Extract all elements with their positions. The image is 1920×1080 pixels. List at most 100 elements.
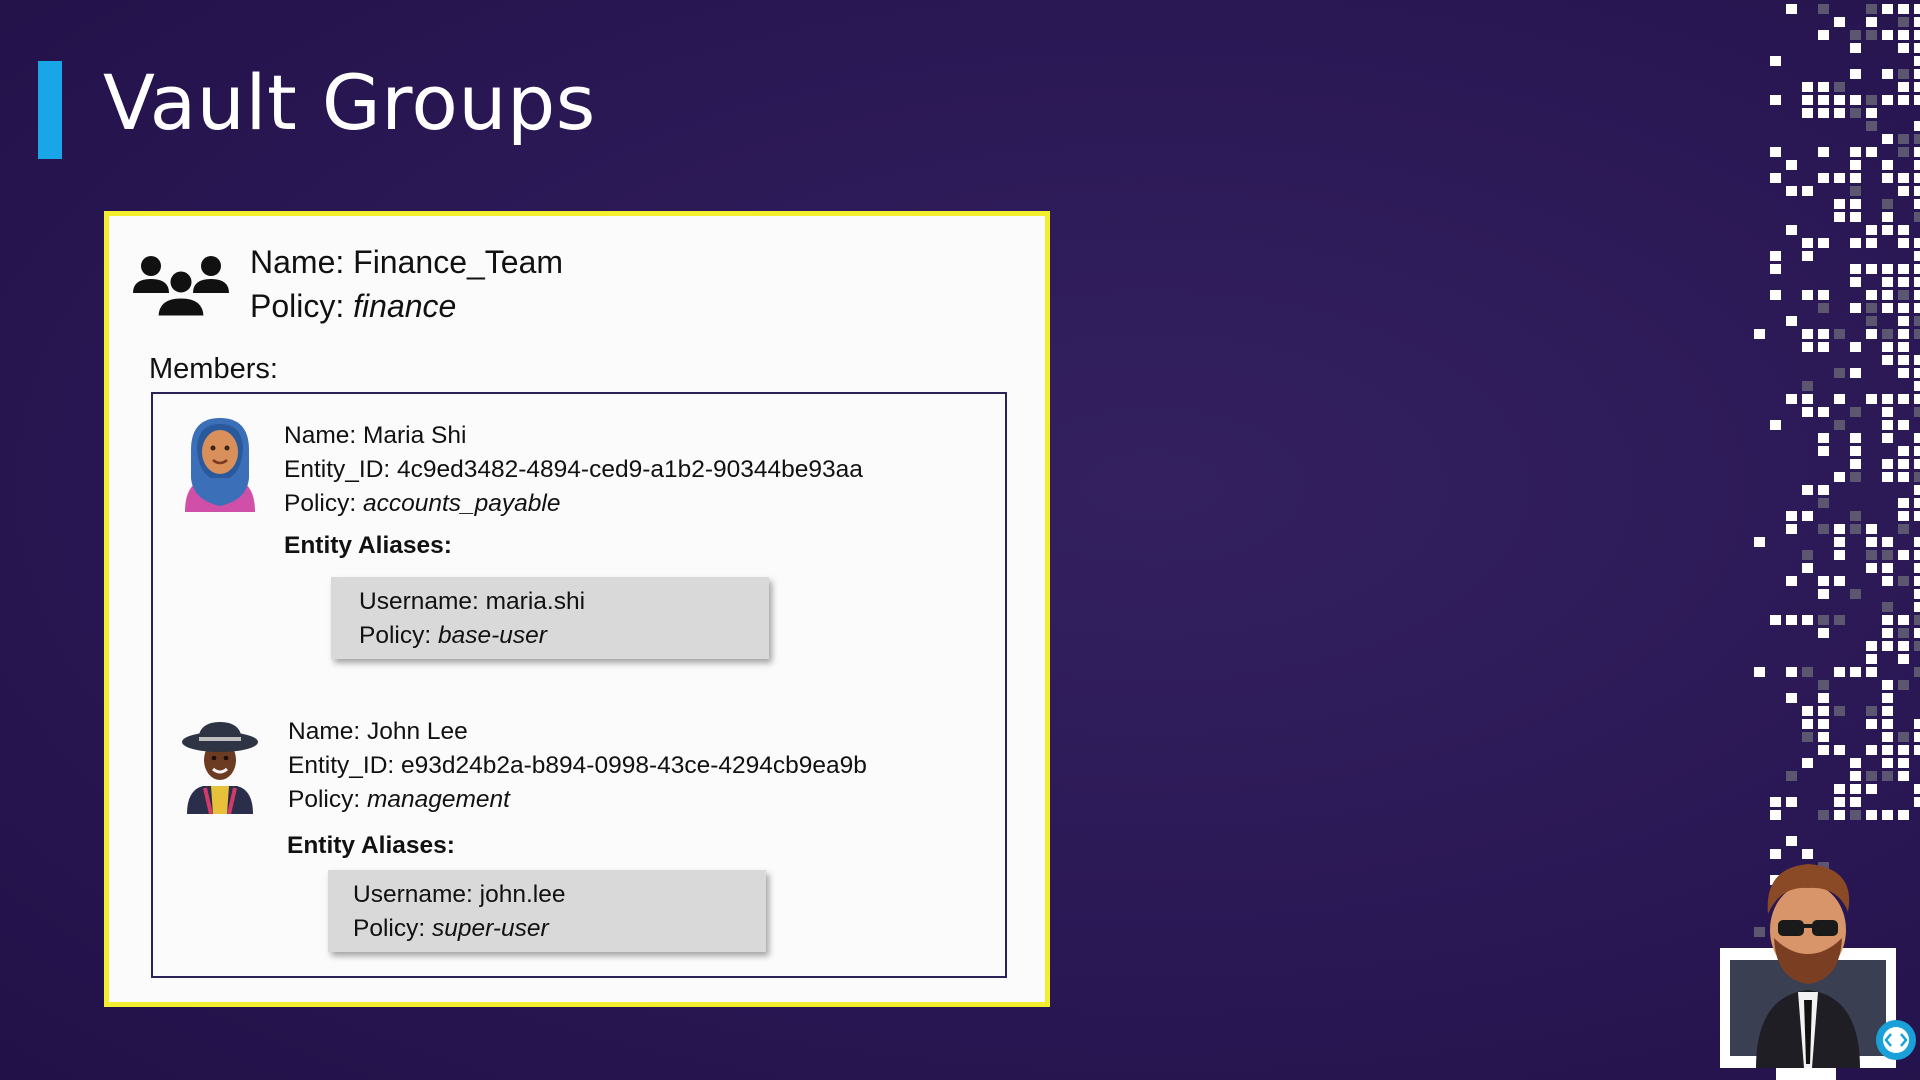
pixel-square [1786,771,1797,781]
pixel-square [1882,693,1893,703]
pixel-square [1898,4,1909,14]
pixel-square [1754,667,1765,677]
pixel-square [1802,329,1813,339]
pixel-square [1850,43,1861,53]
pixel-square [1882,576,1893,586]
member-name: Name: John Lee [288,718,468,745]
pixel-square [1834,82,1845,92]
pixel-square [1882,342,1893,352]
alias-policy: Policy: super-user [353,915,549,942]
presenter-avatar [1720,864,1916,1080]
pixel-square [1882,732,1893,742]
pixel-square [1882,303,1893,313]
pixel-square [1914,4,1920,14]
pixel-square [1882,433,1893,443]
pixel-square [1914,550,1920,560]
pixel-square [1866,771,1877,781]
pixel-square [1834,784,1845,794]
pixel-square [1866,524,1877,534]
pixel-square [1866,316,1877,326]
pixel-square [1834,810,1845,820]
pixel-square [1914,355,1920,365]
pixel-square [1818,329,1829,339]
pixel-square [1850,303,1861,313]
pixel-square [1850,238,1861,248]
pixel-square [1802,407,1813,417]
pixel-square [1866,641,1877,651]
pixel-square [1914,95,1920,105]
pixel-square [1914,563,1920,573]
pixel-square [1818,30,1829,40]
pixel-square [1882,628,1893,638]
entity-alias-card: Username: maria.shi Policy: base-user [331,577,769,659]
pixel-square [1818,576,1829,586]
pixel-square [1818,238,1829,248]
pixel-square [1866,550,1877,560]
pixel-square [1898,82,1909,92]
member-policy: Policy: accounts_payable [284,490,561,517]
pixel-square [1850,342,1861,352]
pixel-square [1802,82,1813,92]
entity-aliases-label: Entity Aliases: [287,832,455,859]
pixel-square [1914,485,1920,495]
avatar-woman-hijab [185,418,255,512]
pixel-square [1818,82,1829,92]
pixel-square [1850,108,1861,118]
pixel-square [1770,810,1781,820]
pixel-square [1770,147,1781,157]
pixel-square [1866,264,1877,274]
pixel-square [1898,147,1909,157]
pixel-square [1786,511,1797,521]
pixel-square [1898,498,1909,508]
pixel-square [1834,368,1845,378]
pixel-square [1802,615,1813,625]
pixel-square [1786,667,1797,677]
pixel-square [1898,277,1909,287]
pixel-square [1914,43,1920,53]
pixel-square [1866,706,1877,716]
pixel-square [1914,446,1920,456]
pixel-square [1850,472,1861,482]
pixel-square [1786,576,1797,586]
pixel-square [1882,758,1893,768]
pixel-square [1914,134,1920,144]
pixel-square [1914,264,1920,274]
pixel-square [1786,394,1797,404]
pixel-square [1802,394,1813,404]
pixel-square [1834,524,1845,534]
pixel-square [1786,693,1797,703]
pixel-square [1898,654,1909,664]
pixel-square [1882,615,1893,625]
pixel-square [1850,368,1861,378]
pixel-square [1786,615,1797,625]
pixel-square [1802,381,1813,391]
pixel-square [1850,277,1861,287]
pixel-square [1914,407,1920,417]
pixel-square [1914,511,1920,521]
pixel-square [1786,186,1797,196]
pixel-square [1866,303,1877,313]
pixel-square [1866,225,1877,235]
pixel-square [1834,576,1845,586]
pixel-square [1802,485,1813,495]
pixel-square [1882,264,1893,274]
pixel-square [1802,251,1813,261]
pixel-square [1786,797,1797,807]
pixel-square [1818,342,1829,352]
pixel-square [1882,810,1893,820]
alias-username: Username: maria.shi [359,588,586,615]
pixel-square [1882,706,1893,716]
pixel-square [1850,810,1861,820]
pixel-square [1898,641,1909,651]
pixel-square [1850,173,1861,183]
pixel-square [1818,628,1829,638]
pixel-square [1914,381,1920,391]
pixel-square [1866,329,1877,339]
pixel-square [1802,108,1813,118]
pixel-square [1770,95,1781,105]
pixel-square [1850,160,1861,170]
pixel-square [1882,394,1893,404]
pixel-square [1898,368,1909,378]
pixel-square [1850,667,1861,677]
pixel-square [1802,758,1813,768]
